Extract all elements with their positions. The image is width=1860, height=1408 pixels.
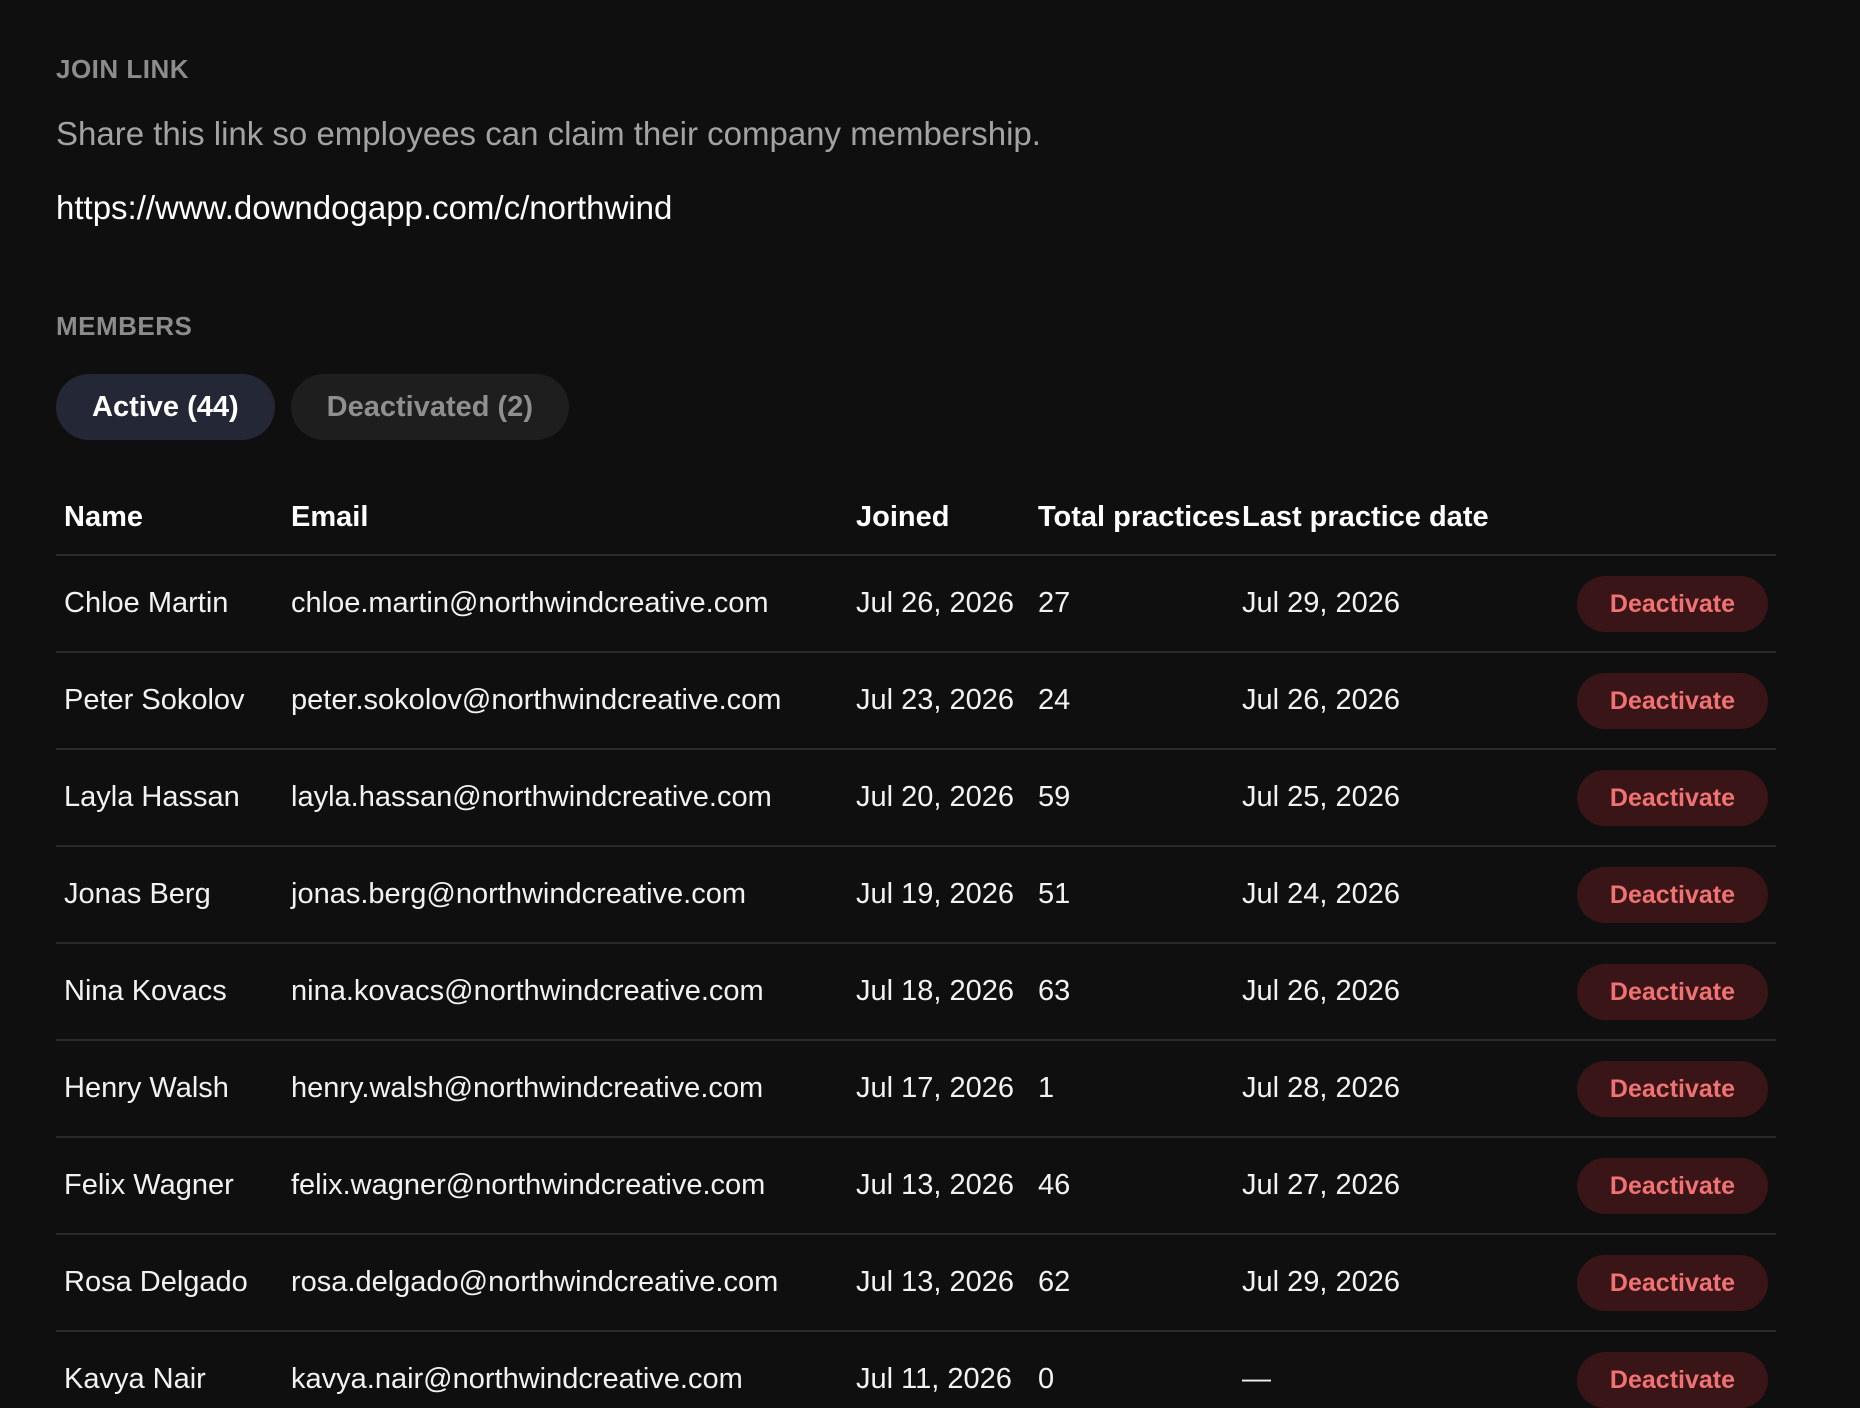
column-header-name: Name	[56, 480, 283, 556]
member-total-practices: 27	[1030, 555, 1234, 653]
table-row: Rosa Delgado rosa.delgado@northwindcreati…	[56, 1234, 1776, 1332]
deactivate-button[interactable]: Deactivate	[1576, 1060, 1768, 1117]
member-action-cell: Deactivate	[1496, 1040, 1776, 1138]
members-table: Name Email Joined Total practices Last p…	[56, 480, 1776, 1408]
table-row: Kavya Nair kavya.nair@northwindcreative.c…	[56, 1331, 1776, 1408]
member-action-cell: Deactivate	[1496, 652, 1776, 750]
deactivate-button[interactable]: Deactivate	[1576, 672, 1768, 729]
member-last-practice-date: Jul 25, 2026	[1234, 749, 1496, 847]
member-email: rosa.delgado@northwindcreative.com	[283, 1234, 848, 1332]
member-name: Layla Hassan	[56, 749, 283, 847]
member-total-practices: 24	[1030, 652, 1234, 750]
member-email: henry.walsh@northwindcreative.com	[283, 1040, 848, 1138]
member-total-practices: 0	[1030, 1331, 1234, 1408]
member-last-practice-date: Jul 29, 2026	[1234, 1234, 1496, 1332]
member-last-practice-date: Jul 26, 2026	[1234, 652, 1496, 750]
deactivate-button[interactable]: Deactivate	[1576, 1351, 1768, 1408]
member-joined-date: Jul 17, 2026	[848, 1040, 1030, 1138]
member-joined-date: Jul 11, 2026	[848, 1331, 1030, 1408]
table-row: Henry Walsh henry.walsh@northwindcreative…	[56, 1040, 1776, 1138]
member-email: jonas.berg@northwindcreative.com	[283, 846, 848, 944]
member-email: nina.kovacs@northwindcreative.com	[283, 943, 848, 1041]
deactivate-button[interactable]: Deactivate	[1576, 575, 1768, 632]
deactivate-button[interactable]: Deactivate	[1576, 963, 1768, 1020]
member-action-cell: Deactivate	[1496, 846, 1776, 944]
deactivate-button[interactable]: Deactivate	[1576, 1157, 1768, 1214]
member-action-cell: Deactivate	[1496, 1234, 1776, 1332]
member-total-practices: 63	[1030, 943, 1234, 1041]
deactivate-button[interactable]: Deactivate	[1576, 769, 1768, 826]
table-row: Felix Wagner felix.wagner@northwindcreati…	[56, 1137, 1776, 1235]
member-joined-date: Jul 20, 2026	[848, 749, 1030, 847]
member-name: Henry Walsh	[56, 1040, 283, 1138]
member-email: felix.wagner@northwindcreative.com	[283, 1137, 848, 1235]
member-email: chloe.martin@northwindcreative.com	[283, 555, 848, 653]
table-row: Peter Sokolov peter.sokolov@northwindcrea…	[56, 652, 1776, 750]
column-header-email: Email	[283, 480, 848, 556]
member-last-practice-date: —	[1234, 1331, 1496, 1408]
member-name: Chloe Martin	[56, 555, 283, 653]
column-header-last-practice-date: Last practice date	[1234, 480, 1496, 556]
table-row: Nina Kovacs nina.kovacs@northwindcreative…	[56, 943, 1776, 1041]
member-action-cell: Deactivate	[1496, 943, 1776, 1041]
member-name: Nina Kovacs	[56, 943, 283, 1041]
member-name: Jonas Berg	[56, 846, 283, 944]
member-total-practices: 59	[1030, 749, 1234, 847]
members-tabs: Active (44) Deactivated (2)	[56, 374, 1804, 440]
member-joined-date: Jul 26, 2026	[848, 555, 1030, 653]
member-total-practices: 1	[1030, 1040, 1234, 1138]
member-email: kavya.nair@northwindcreative.com	[283, 1331, 848, 1408]
member-joined-date: Jul 13, 2026	[848, 1234, 1030, 1332]
member-joined-date: Jul 23, 2026	[848, 652, 1030, 750]
member-action-cell: Deactivate	[1496, 749, 1776, 847]
member-last-practice-date: Jul 28, 2026	[1234, 1040, 1496, 1138]
members-heading: MEMBERS	[56, 311, 193, 341]
table-header-row: Name Email Joined Total practices Last p…	[56, 480, 1776, 556]
table-row: Chloe Martin chloe.martin@northwindcreati…	[56, 555, 1776, 653]
member-total-practices: 51	[1030, 846, 1234, 944]
deactivate-button[interactable]: Deactivate	[1576, 866, 1768, 923]
members-table-body: Chloe Martin chloe.martin@northwindcreati…	[56, 555, 1776, 1408]
tab-active-members[interactable]: Active (44)	[56, 374, 275, 440]
member-total-practices: 62	[1030, 1234, 1234, 1332]
member-last-practice-date: Jul 29, 2026	[1234, 555, 1496, 653]
member-email: layla.hassan@northwindcreative.com	[283, 749, 848, 847]
member-name: Rosa Delgado	[56, 1234, 283, 1332]
join-link-url[interactable]: https://www.downdogapp.com/c/northwind	[56, 189, 1804, 227]
member-last-practice-date: Jul 27, 2026	[1234, 1137, 1496, 1235]
member-joined-date: Jul 13, 2026	[848, 1137, 1030, 1235]
deactivate-button[interactable]: Deactivate	[1576, 1254, 1768, 1311]
member-action-cell: Deactivate	[1496, 1137, 1776, 1235]
column-header-total-practices: Total practices	[1030, 480, 1241, 556]
tab-deactivated-members[interactable]: Deactivated (2)	[290, 374, 569, 440]
member-joined-date: Jul 19, 2026	[848, 846, 1030, 944]
join-link-heading: JOIN LINK	[56, 54, 190, 84]
member-action-cell: Deactivate	[1496, 1331, 1776, 1408]
member-name: Felix Wagner	[56, 1137, 283, 1235]
company-settings-page: JOIN LINK Share this link so employees c…	[0, 0, 1860, 1408]
column-header-action	[1496, 480, 1776, 556]
member-last-practice-date: Jul 24, 2026	[1234, 846, 1496, 944]
join-link-description: Share this link so employees can claim t…	[56, 115, 1041, 152]
member-name: Kavya Nair	[56, 1331, 283, 1408]
member-joined-date: Jul 18, 2026	[848, 943, 1030, 1041]
table-row: Jonas Berg jonas.berg@northwindcreative.c…	[56, 846, 1776, 944]
member-action-cell: Deactivate	[1496, 555, 1776, 653]
table-row: Layla Hassan layla.hassan@northwindcreati…	[56, 749, 1776, 847]
member-email: peter.sokolov@northwindcreative.com	[283, 652, 848, 750]
column-header-joined: Joined	[848, 480, 1030, 556]
member-name: Peter Sokolov	[56, 652, 283, 750]
member-total-practices: 46	[1030, 1137, 1234, 1235]
member-last-practice-date: Jul 26, 2026	[1234, 943, 1496, 1041]
